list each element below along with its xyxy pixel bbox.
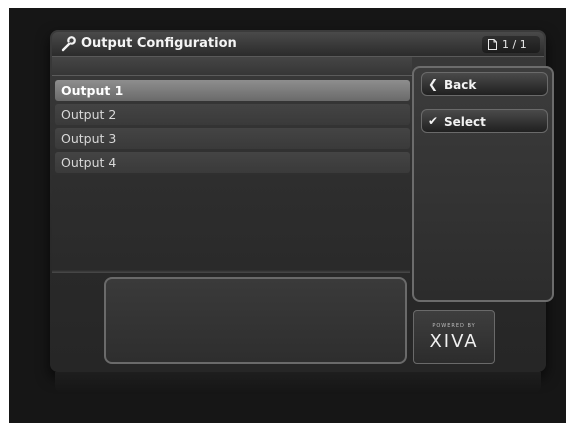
list-divider [52, 270, 410, 273]
chevron-left-icon: ❮ [428, 77, 439, 91]
document-icon [488, 39, 497, 50]
xiva-logo: POWERED BY XIVA [413, 310, 495, 364]
back-button[interactable]: ❮ Back [421, 72, 548, 96]
page-indicator: 1 / 1 [482, 36, 540, 53]
action-sidebar: ❮ Back ✔ Select [412, 66, 554, 302]
list-item-output-2[interactable]: Output 2 [55, 104, 410, 125]
list-item-output-1[interactable]: Output 1 [55, 80, 410, 101]
powered-by-text: POWERED BY [432, 323, 476, 329]
page-title: Output Configuration [81, 36, 237, 51]
list-item-label: Output 3 [61, 131, 117, 146]
list-item-label: Output 4 [61, 155, 117, 170]
sub-header-bar [52, 57, 412, 76]
output-list: Output 1 Output 2 Output 3 Output 4 [55, 80, 412, 270]
wrench-icon [61, 36, 76, 52]
panel-reflection [55, 372, 541, 392]
list-item-output-3[interactable]: Output 3 [55, 128, 410, 149]
list-item-output-4[interactable]: Output 4 [55, 152, 410, 173]
checkmark-icon: ✔ [428, 114, 439, 128]
select-button[interactable]: ✔ Select [421, 109, 548, 133]
list-item-label: Output 1 [61, 83, 124, 98]
page-count: 1 / 1 [502, 38, 527, 51]
info-box [104, 277, 407, 364]
title-bar: Output Configuration 1 / 1 [52, 32, 544, 57]
brand-text: XIVA [429, 331, 479, 352]
list-item-label: Output 2 [61, 107, 117, 122]
